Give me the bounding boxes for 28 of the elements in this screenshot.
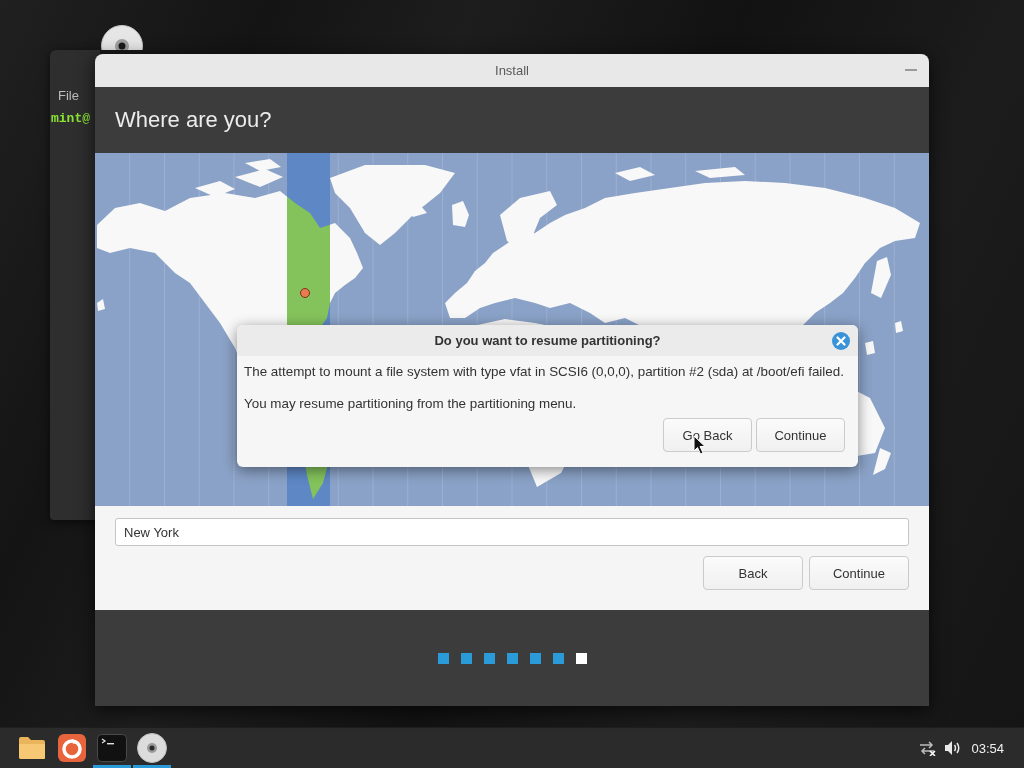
page-heading: Where are you? <box>115 107 272 133</box>
disc-icon <box>137 733 167 763</box>
continue-button[interactable]: Continue <box>756 418 845 452</box>
menu-item[interactable]: File <box>58 88 79 103</box>
arctic-island <box>195 181 235 197</box>
island <box>895 321 903 333</box>
arctic-island <box>695 167 745 178</box>
island <box>97 299 105 311</box>
folder-icon <box>18 736 46 760</box>
britain-island <box>452 201 469 227</box>
location-marker-icon <box>300 288 310 298</box>
web-browser-icon <box>58 734 86 762</box>
location-field[interactable]: New York <box>115 518 909 546</box>
clock: 03:54 <box>971 740 1004 756</box>
network-icon[interactable] <box>918 740 937 756</box>
island <box>865 341 875 355</box>
terminal-prompt: mint@ <box>51 111 90 126</box>
volume-icon[interactable] <box>944 740 962 756</box>
dialog-title: Do you want to resume partitioning? <box>434 333 661 348</box>
back-button[interactable]: Back <box>703 556 803 590</box>
continue-button[interactable]: Continue <box>809 556 909 590</box>
japan-island <box>871 257 891 298</box>
dialog-message: The attempt to mount a file system with type vfat in SCSI6 (0,0,0), partition #2 (sda) at /boot/efi failed. <box>244 364 844 380</box>
terminal-icon <box>97 734 127 762</box>
close-icon[interactable] <box>832 332 850 350</box>
new-zealand-island <box>873 448 891 475</box>
window-title: Install <box>495 63 529 78</box>
dialog-message: You may resume partitioning from the partitioning menu. <box>244 396 577 412</box>
